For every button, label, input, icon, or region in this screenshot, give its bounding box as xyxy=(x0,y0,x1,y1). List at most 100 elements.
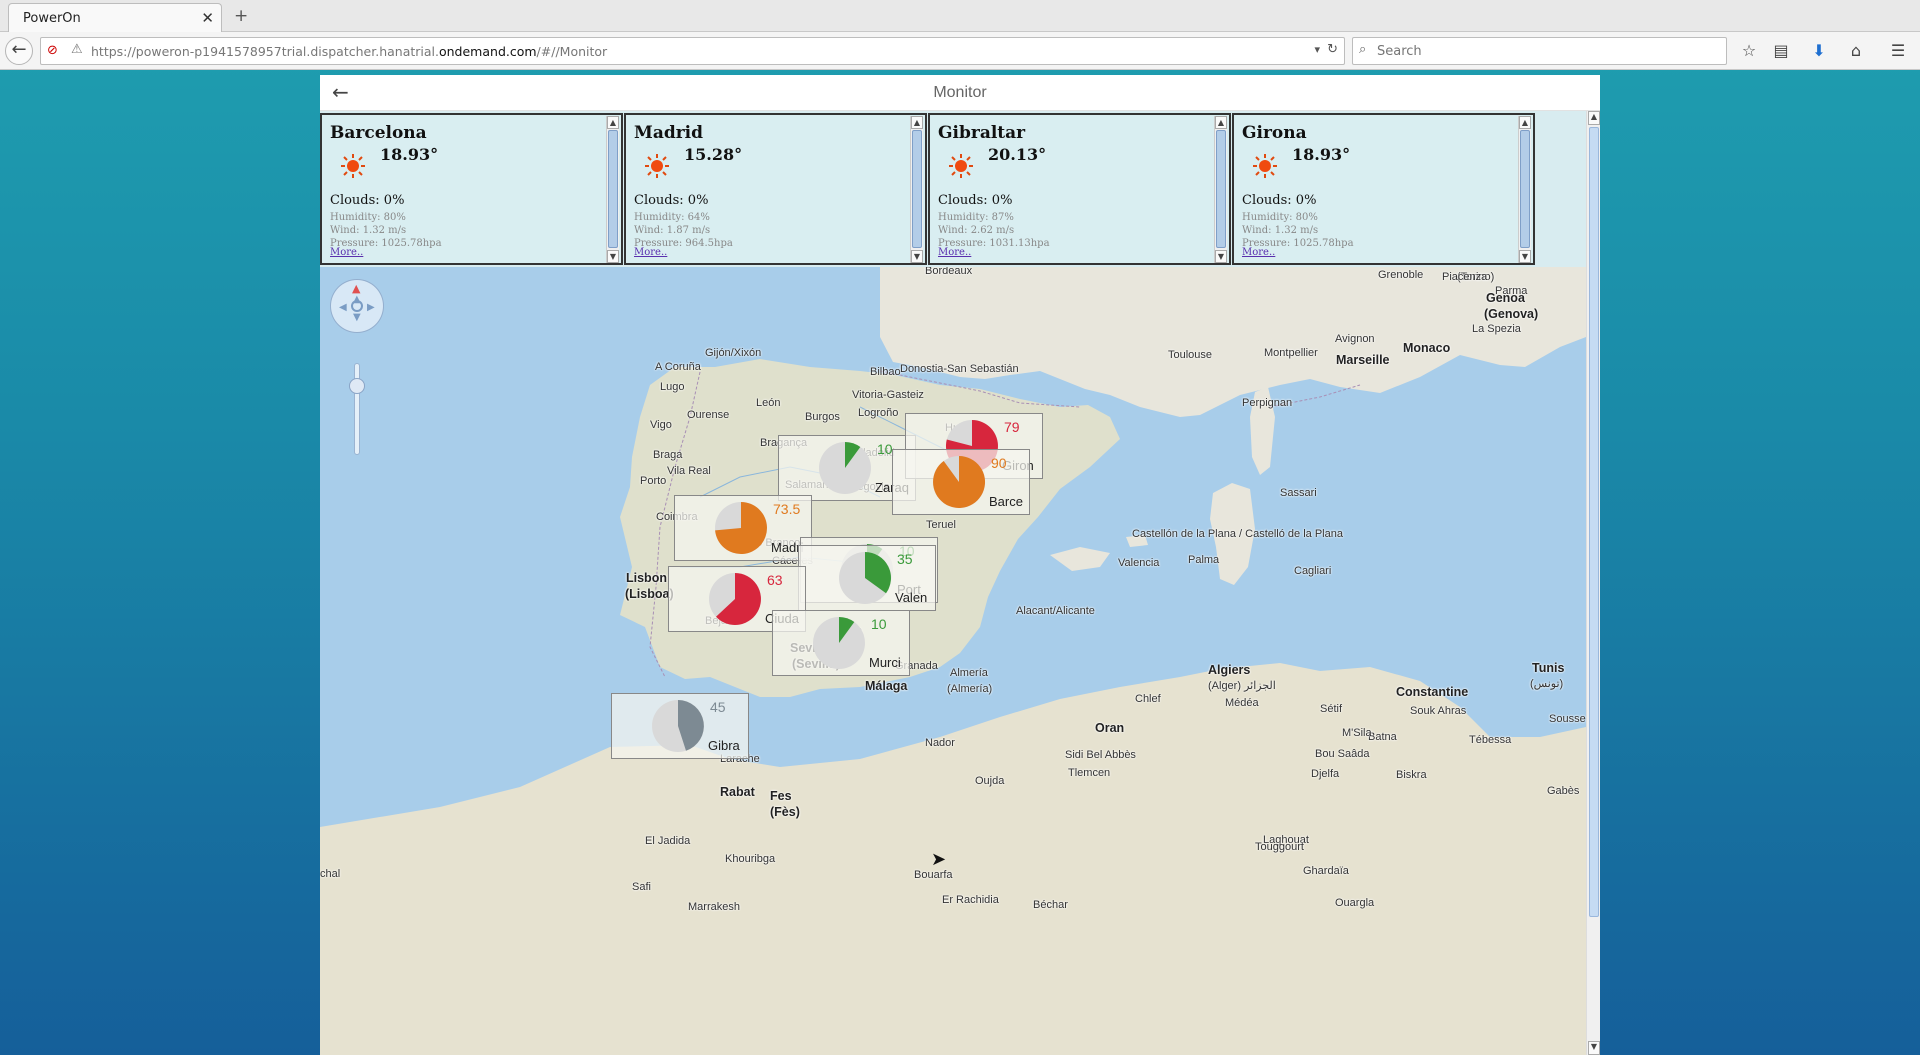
tracking-icon[interactable]: ⊘ xyxy=(47,43,58,58)
place-label: Piacenza xyxy=(1442,271,1488,283)
close-tab-icon[interactable]: ✕ xyxy=(201,9,214,27)
chart-marker-madri[interactable]: 73.5 Madri xyxy=(674,495,812,561)
place-label: Valencia xyxy=(1118,557,1160,569)
search-bar[interactable]: ⌕ xyxy=(1352,37,1727,65)
browser-back-button[interactable]: ← xyxy=(5,37,33,65)
page-title: Monitor xyxy=(933,84,987,101)
pan-control[interactable]: ▲ ▲ ▼ ◀ ▶ xyxy=(330,279,384,333)
mouse-cursor-icon: ➤ xyxy=(931,849,947,870)
zoom-slider[interactable] xyxy=(354,363,360,455)
place-label: Cagliari xyxy=(1294,565,1332,577)
place-label: Monaco xyxy=(1403,341,1451,355)
place-label: Médéa xyxy=(1225,697,1259,709)
place-label: Vigo xyxy=(650,419,672,431)
url-bar[interactable]: ⊘ ⚠ https://poweron-p1941578957trial.dis… xyxy=(40,37,1345,65)
card-humidity: Humidity: 80% xyxy=(1242,212,1318,223)
place-label: Ourense xyxy=(687,409,730,421)
marker-name: Valen xyxy=(895,590,928,605)
browser-tab[interactable]: PowerOn ✕ xyxy=(8,3,222,32)
card-scrollbar[interactable]: ▲ ▼ xyxy=(1518,116,1531,263)
place-label: A Coruña xyxy=(655,361,701,373)
sun-icon xyxy=(949,154,973,178)
place-label: Rabat xyxy=(720,785,755,799)
menu-icon[interactable]: ☰ xyxy=(1885,39,1911,63)
warning-icon[interactable]: ⚠ xyxy=(71,42,83,57)
chart-marker-gibra[interactable]: 45 Gibra xyxy=(611,693,749,759)
card-scrollbar[interactable]: ▲ ▼ xyxy=(910,116,923,263)
zoom-slider-handle[interactable] xyxy=(349,378,365,394)
place-label: (Alger) الجزائر xyxy=(1208,680,1276,692)
card-temperature: 18.93° xyxy=(1292,145,1351,164)
weather-card: Madrid 15.28° Clouds: 0% Humidity: 64% W… xyxy=(624,113,927,265)
new-tab-button[interactable]: + xyxy=(234,6,248,26)
card-temperature: 18.93° xyxy=(380,145,439,164)
place-label: Vila Real xyxy=(667,465,711,477)
pie-chart xyxy=(709,573,761,625)
map[interactable]: ▲ ▲ ▼ ◀ ▶ Bordeaux (Torino) Genoa (Genova) G… xyxy=(320,267,1586,1055)
pan-right-icon[interactable]: ▶ xyxy=(367,302,375,313)
reading-list-icon[interactable]: ▤ xyxy=(1768,39,1794,63)
place-label: Donostia-San Sebastián xyxy=(900,363,1019,375)
card-humidity: Humidity: 87% xyxy=(938,212,1014,223)
place-label: Algiers xyxy=(1208,663,1251,677)
place-label: Batna xyxy=(1368,731,1397,743)
card-city: Gibraltar xyxy=(938,123,1026,143)
more-link[interactable]: More.. xyxy=(938,247,971,258)
place-label: Avignon xyxy=(1335,333,1375,345)
url-text[interactable]: https://poweron-p1941578957trial.dispatc… xyxy=(91,44,607,59)
search-icon: ⌕ xyxy=(1359,42,1367,57)
place-label: Lugo xyxy=(660,381,685,393)
search-input[interactable] xyxy=(1377,40,1717,62)
place-label: Tébessa xyxy=(1469,734,1512,746)
card-scrollbar[interactable]: ▲ ▼ xyxy=(606,116,619,263)
card-city: Madrid xyxy=(634,123,704,143)
pan-center-icon[interactable] xyxy=(351,300,363,312)
chart-marker-murci[interactable]: 10 Murci xyxy=(772,610,910,676)
marker-value: 90 xyxy=(991,455,1007,471)
chart-marker-barce[interactable]: 90 Barce xyxy=(892,449,1030,515)
more-link[interactable]: More.. xyxy=(634,247,667,258)
app-scrollbar[interactable]: ▲ ▼ xyxy=(1586,111,1600,1055)
pan-left-icon[interactable]: ◀ xyxy=(339,302,347,313)
card-clouds: Clouds: 0% xyxy=(634,193,709,208)
place-label: Safi xyxy=(632,881,651,893)
place-label: Ouargla xyxy=(1335,897,1375,909)
pie-chart xyxy=(819,442,871,494)
app-panel: ← Monitor Barcelona 18.93° Clouds: 0% Hu… xyxy=(320,75,1600,1055)
place-label: Bordeaux xyxy=(925,267,973,277)
bookmark-star-icon[interactable]: ☆ xyxy=(1736,39,1762,63)
place-label: Oran xyxy=(1095,721,1125,735)
marker-name: Gibra xyxy=(708,738,740,753)
place-label: (Lisboa) xyxy=(625,587,674,601)
pan-down-icon[interactable]: ▼ xyxy=(353,312,361,323)
place-label: Tlemcen xyxy=(1068,767,1111,779)
reload-icon[interactable]: ↻ xyxy=(1327,42,1338,57)
place-label: Bouarfa xyxy=(914,869,953,881)
card-clouds: Clouds: 0% xyxy=(1242,193,1317,208)
place-label: chal xyxy=(320,868,341,880)
place-label: Parma xyxy=(1495,285,1528,297)
card-temperature: 20.13° xyxy=(988,145,1047,164)
downloads-icon[interactable]: ⬇ xyxy=(1806,39,1832,63)
weather-card: Barcelona 18.93° Clouds: 0% Humidity: 80… xyxy=(320,113,623,265)
sun-icon xyxy=(645,154,669,178)
marker-value: 73.5 xyxy=(773,501,801,517)
more-link[interactable]: More.. xyxy=(1242,247,1275,258)
card-temperature: 15.28° xyxy=(684,145,743,164)
place-label: Touggourt xyxy=(1255,841,1304,853)
pie-chart xyxy=(839,552,891,604)
tab-bar: PowerOn ✕ + xyxy=(0,0,1920,32)
url-dropdown-icon[interactable]: ▾ xyxy=(1314,43,1320,56)
home-icon[interactable]: ⌂ xyxy=(1843,39,1869,63)
marker-name: Barce xyxy=(989,494,1023,509)
card-scrollbar[interactable]: ▲ ▼ xyxy=(1214,116,1227,263)
place-label: Biskra xyxy=(1396,769,1427,781)
place-label: Alacant/Alicante xyxy=(1016,605,1095,617)
place-label: (تونس) xyxy=(1530,678,1564,690)
marker-value: 10 xyxy=(877,441,893,457)
more-link[interactable]: More.. xyxy=(330,247,363,258)
chart-marker-valen[interactable]: 35 Valen xyxy=(798,545,936,611)
card-clouds: Clouds: 0% xyxy=(330,193,405,208)
app-header: ← Monitor xyxy=(320,75,1600,111)
place-label: Burgos xyxy=(805,411,840,423)
